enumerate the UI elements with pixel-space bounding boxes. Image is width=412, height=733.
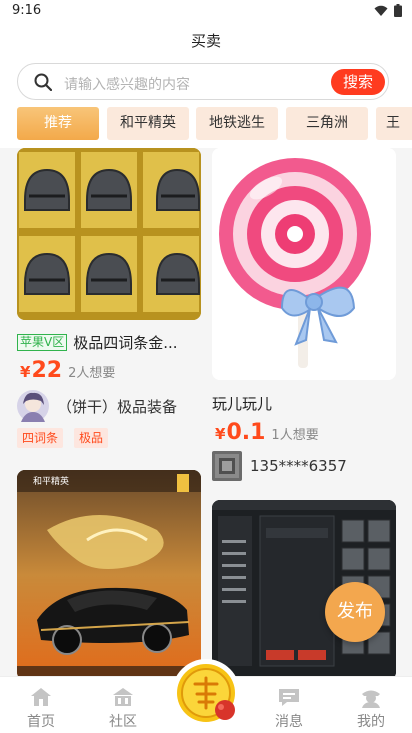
price-row-1: ¥ 22 2人想要 xyxy=(20,358,115,383)
apple-vzone-badge: 苹果V区 xyxy=(17,334,68,351)
nav-messages[interactable]: 消息 xyxy=(248,677,330,733)
nav-mine[interactable]: 我的 xyxy=(330,677,412,733)
nav-messages-label: 消息 xyxy=(275,714,303,730)
category-tabs: 推荐 和平精英 地铁逃生 三角洲 王 xyxy=(0,104,412,148)
helmet-grid-image xyxy=(17,148,201,320)
want-count-2: 1人想要 xyxy=(271,428,319,443)
battery-icon xyxy=(394,4,402,17)
home-icon xyxy=(31,688,51,706)
wifi-icon xyxy=(374,5,388,16)
car-poster-image: 和平精英 xyxy=(17,470,201,676)
search-icon xyxy=(34,73,52,91)
tab-more[interactable]: 王 xyxy=(376,107,412,140)
profile-icon xyxy=(362,690,380,708)
car-poster-label: 和平精英 xyxy=(33,475,69,486)
tab-peace-elite[interactable]: 和平精英 xyxy=(107,107,189,140)
gold-coin-icon xyxy=(172,659,240,727)
center-earn-button[interactable] xyxy=(171,658,241,728)
search-button[interactable]: 搜索 xyxy=(331,69,385,95)
product-title-1[interactable]: 苹果V区 极品四词条金... xyxy=(17,332,201,353)
product-image-helmets[interactable] xyxy=(17,148,201,320)
price-value-2: 0.1 xyxy=(226,420,266,445)
tab-metro-escape[interactable]: 地铁逃生 xyxy=(196,107,278,140)
avatar xyxy=(17,390,49,422)
tag-chip: 极品 xyxy=(74,428,109,448)
nav-mine-label: 我的 xyxy=(357,714,385,730)
currency-symbol: ¥ xyxy=(215,425,226,443)
nav-home-label: 首页 xyxy=(27,714,55,730)
want-count-1: 2人想要 xyxy=(68,366,116,381)
nav-home[interactable]: 首页 xyxy=(0,677,82,733)
status-icons xyxy=(374,4,402,17)
price-value-1: 22 xyxy=(31,358,63,383)
search-placeholder: 请输入感兴趣的内容 xyxy=(64,77,190,93)
search-input[interactable]: 请输入感兴趣的内容 搜索 xyxy=(17,63,389,100)
currency-symbol: ¥ xyxy=(20,363,31,381)
nav-community[interactable]: 社区 xyxy=(82,677,164,733)
seller-row-1[interactable]: （饼干）极品装备 xyxy=(17,390,177,422)
lollipop-image xyxy=(212,148,396,380)
search-bar: 请输入感兴趣的内容 搜索 xyxy=(0,56,412,104)
product-image-car[interactable]: 和平精英 xyxy=(17,470,201,676)
tag-chip: 四词条 xyxy=(17,428,64,448)
status-bar: 9:16 xyxy=(0,0,412,22)
seller-name-2: 135****6357 xyxy=(250,457,347,475)
seller-row-2[interactable]: 135****6357 xyxy=(212,451,347,481)
nav-community-label: 社区 xyxy=(109,714,137,730)
product-image-lollipop[interactable] xyxy=(212,148,396,380)
tab-delta[interactable]: 三角洲 xyxy=(286,107,368,140)
publish-button[interactable]: 发布 xyxy=(325,582,385,642)
app-header: 买卖 xyxy=(0,22,412,56)
status-time: 9:16 xyxy=(12,3,42,18)
seller-name-1: （饼干）极品装备 xyxy=(57,397,178,416)
avatar xyxy=(212,451,242,481)
product-title-text-1: 极品四词条金... xyxy=(73,334,178,352)
community-icon xyxy=(113,688,133,706)
page-title: 买卖 xyxy=(190,32,221,50)
tab-recommend[interactable]: 推荐 xyxy=(17,107,99,140)
product-title-2[interactable]: 玩儿玩儿 xyxy=(212,393,396,414)
message-icon xyxy=(279,689,299,706)
price-row-2: ¥ 0.1 1人想要 xyxy=(215,420,319,445)
